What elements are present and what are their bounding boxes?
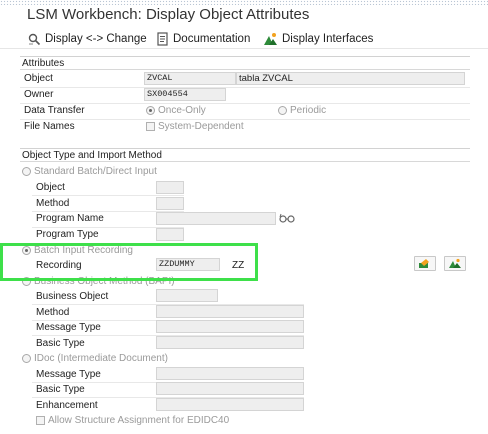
- idoc-label: IDoc (Intermediate Document): [34, 353, 168, 364]
- documentation-icon: [156, 32, 169, 46]
- edit-recording-button[interactable]: [414, 256, 436, 271]
- display-change-icon: [27, 32, 41, 46]
- row-divider: [20, 103, 470, 104]
- attributes-group: Attributes Object ZVCAL tabla ZVCAL Owne…: [20, 56, 470, 136]
- object-description-field: tabla ZVCAL: [236, 72, 465, 85]
- sb-program-type-label: Program Type: [36, 229, 99, 240]
- owner-field[interactable]: SX004554: [144, 88, 226, 101]
- sb-program-name-label: Program Name: [36, 213, 104, 224]
- standard-batch-radio[interactable]: [22, 167, 31, 176]
- bapi-business-object-label: Business Object: [36, 291, 109, 302]
- documentation-button[interactable]: Documentation: [156, 31, 250, 47]
- object-label: Object: [24, 73, 53, 84]
- display-recording-button[interactable]: [444, 256, 466, 271]
- owner-label: Owner: [24, 89, 54, 100]
- idoc-basic-type-field[interactable]: [156, 382, 304, 395]
- import-method-group-title: Object Type and Import Method: [20, 149, 470, 162]
- allow-structure-label: Allow Structure Assignment for EDIDC40: [48, 415, 230, 426]
- edit-recording-icon: [419, 259, 429, 268]
- once-only-label: Once-Only: [158, 105, 206, 116]
- idoc-basic-type-label: Basic Type: [36, 384, 85, 395]
- sb-object-field[interactable]: [156, 181, 184, 194]
- idoc-message-type-field[interactable]: [156, 367, 304, 380]
- display-change-button[interactable]: Display <-> Change: [27, 31, 147, 47]
- system-dependent-label: System-Dependent: [158, 121, 244, 132]
- periodic-label: Periodic: [290, 105, 327, 116]
- bapi-method-label: Method: [36, 307, 70, 318]
- sb-object-label: Object: [36, 182, 65, 193]
- row-divider: [20, 119, 470, 120]
- once-only-radio[interactable]: [146, 106, 155, 115]
- system-dependent-checkbox[interactable]: [146, 122, 155, 131]
- batch-input-recording-highlight: [0, 243, 258, 281]
- standard-batch-label: Standard Batch/Direct Input: [34, 166, 157, 177]
- allow-structure-checkbox[interactable]: [36, 416, 45, 425]
- display-interfaces-label: Display Interfaces: [282, 33, 374, 45]
- bapi-message-type-field[interactable]: [156, 320, 304, 333]
- idoc-enhancement-label: Enhancement: [36, 400, 98, 411]
- periodic-radio[interactable]: [278, 106, 287, 115]
- sb-method-label: Method: [36, 198, 70, 209]
- object-field[interactable]: ZVCAL: [144, 72, 236, 85]
- bapi-basic-type-label: Basic Type: [36, 338, 85, 349]
- file-names-label: File Names: [24, 121, 75, 132]
- idoc-enhancement-field[interactable]: [156, 398, 304, 411]
- bapi-business-object-field[interactable]: [156, 289, 218, 302]
- idoc-message-type-label: Message Type: [36, 369, 101, 380]
- import-method-group: Object Type and Import Method Standard B…: [20, 148, 470, 430]
- bapi-message-type-label: Message Type: [36, 322, 101, 333]
- title-bar: LSM Workbench: Display Object Attributes: [0, 0, 488, 28]
- sb-method-field[interactable]: [156, 197, 184, 210]
- documentation-label: Documentation: [173, 33, 251, 45]
- row-divider: [20, 87, 470, 88]
- sb-program-name-field[interactable]: [156, 212, 276, 225]
- idoc-radio[interactable]: [22, 354, 31, 363]
- glasses-icon[interactable]: [278, 212, 296, 224]
- display-interfaces-button[interactable]: Display Interfaces: [263, 31, 373, 47]
- display-interfaces-icon: [263, 32, 278, 46]
- attributes-group-title: Attributes: [20, 57, 470, 70]
- data-transfer-label: Data Transfer: [24, 105, 85, 116]
- display-recording-icon: [449, 258, 461, 268]
- window-title: LSM Workbench: Display Object Attributes: [27, 6, 310, 23]
- bapi-basic-type-field[interactable]: [156, 336, 304, 349]
- display-change-label: Display <-> Change: [45, 33, 147, 45]
- title-bar-texture: [0, 0, 488, 5]
- application-toolbar: Display <-> Change Documentation Display…: [0, 29, 488, 49]
- sb-program-type-field[interactable]: [156, 228, 184, 241]
- bapi-method-field[interactable]: [156, 305, 304, 318]
- row-divider: [32, 195, 184, 196]
